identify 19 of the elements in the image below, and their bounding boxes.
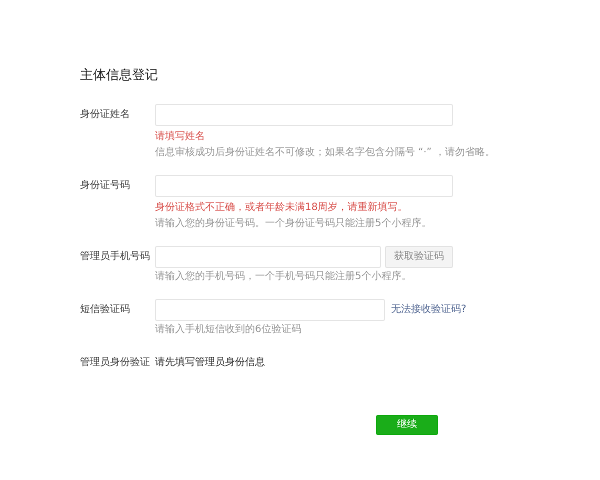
info-text: 请先填写管理员身份信息	[155, 356, 265, 370]
error-message: 身份证格式不正确，或者年龄未满18周岁，请重新填写。	[155, 200, 409, 214]
input-field[interactable]	[155, 246, 381, 268]
input-field[interactable]	[155, 174, 453, 196]
input-field[interactable]	[155, 104, 453, 126]
error-message: 请填写姓名	[155, 130, 206, 144]
page-title: 主体信息登记	[80, 67, 159, 85]
continue-button[interactable]: 继续	[376, 414, 438, 434]
hint-text: 请输入您的手机号码，一个手机号码只能注册5个小程序。	[155, 270, 412, 284]
input-field[interactable]	[155, 298, 385, 320]
field-label: 身份证号码	[80, 178, 131, 192]
field-label: 管理员手机号码	[80, 250, 151, 264]
field-label: 身份证姓名	[80, 108, 131, 122]
field-label: 短信验证码	[80, 302, 131, 316]
help-link[interactable]: 无法接收验证码?	[391, 298, 466, 320]
hint-text: 请输入手机短信收到的6位验证码	[155, 322, 302, 336]
field-label: 管理员身份验证	[80, 356, 151, 370]
hint-text: 请输入您的身份证号码。一个身份证号码只能注册5个小程序。	[155, 216, 432, 230]
hint-text: 信息审核成功后身份证姓名不可修改；如果名字包含分隔号 “·” ，请勿省略。	[155, 146, 496, 160]
